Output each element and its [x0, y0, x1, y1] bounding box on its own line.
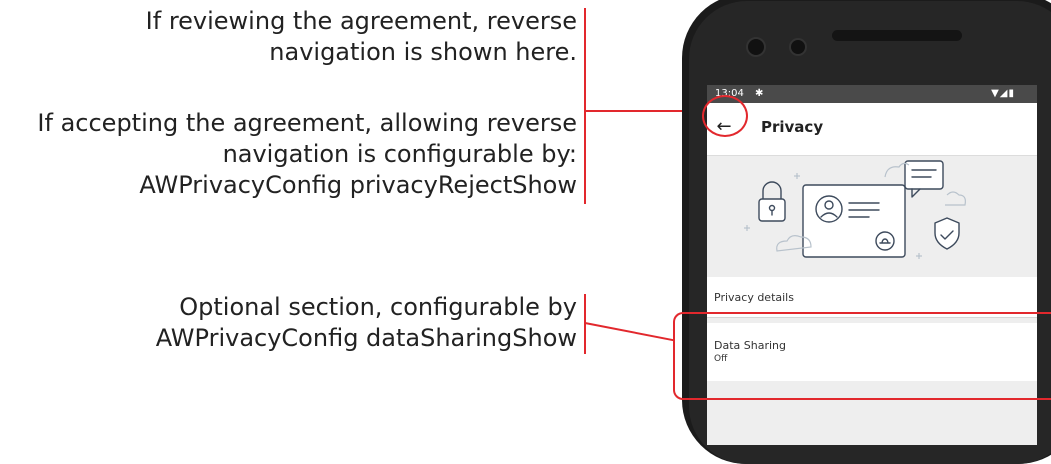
earpiece-speaker: [832, 30, 962, 41]
optional-section-highlight: [673, 312, 1051, 400]
app-bar: ← Privacy: [707, 103, 1037, 156]
privacy-details-label: Privacy details: [714, 291, 794, 304]
callout-bracket-top: [584, 8, 586, 204]
optional-section-callout: Optional section, configurable by AWPriv…: [155, 293, 577, 352]
back-button-highlight: [702, 95, 748, 137]
accept-navigation-callout: If accepting the agreement, allowing rev…: [37, 109, 577, 199]
sensor-icon: [789, 38, 807, 56]
privacy-illustration-icon: [744, 160, 966, 259]
callout-connector-section: [584, 322, 674, 342]
camera-icon: [746, 37, 766, 57]
settings-gear-icon: ✱: [755, 88, 764, 99]
review-navigation-callout: If reviewing the agreement, reverse navi…: [145, 7, 577, 66]
status-bar: 13:04 ✱ ▼◢▮: [707, 85, 1037, 103]
page-title: Privacy: [761, 118, 824, 136]
signal-battery-icon: ▼◢▮: [991, 88, 1015, 99]
